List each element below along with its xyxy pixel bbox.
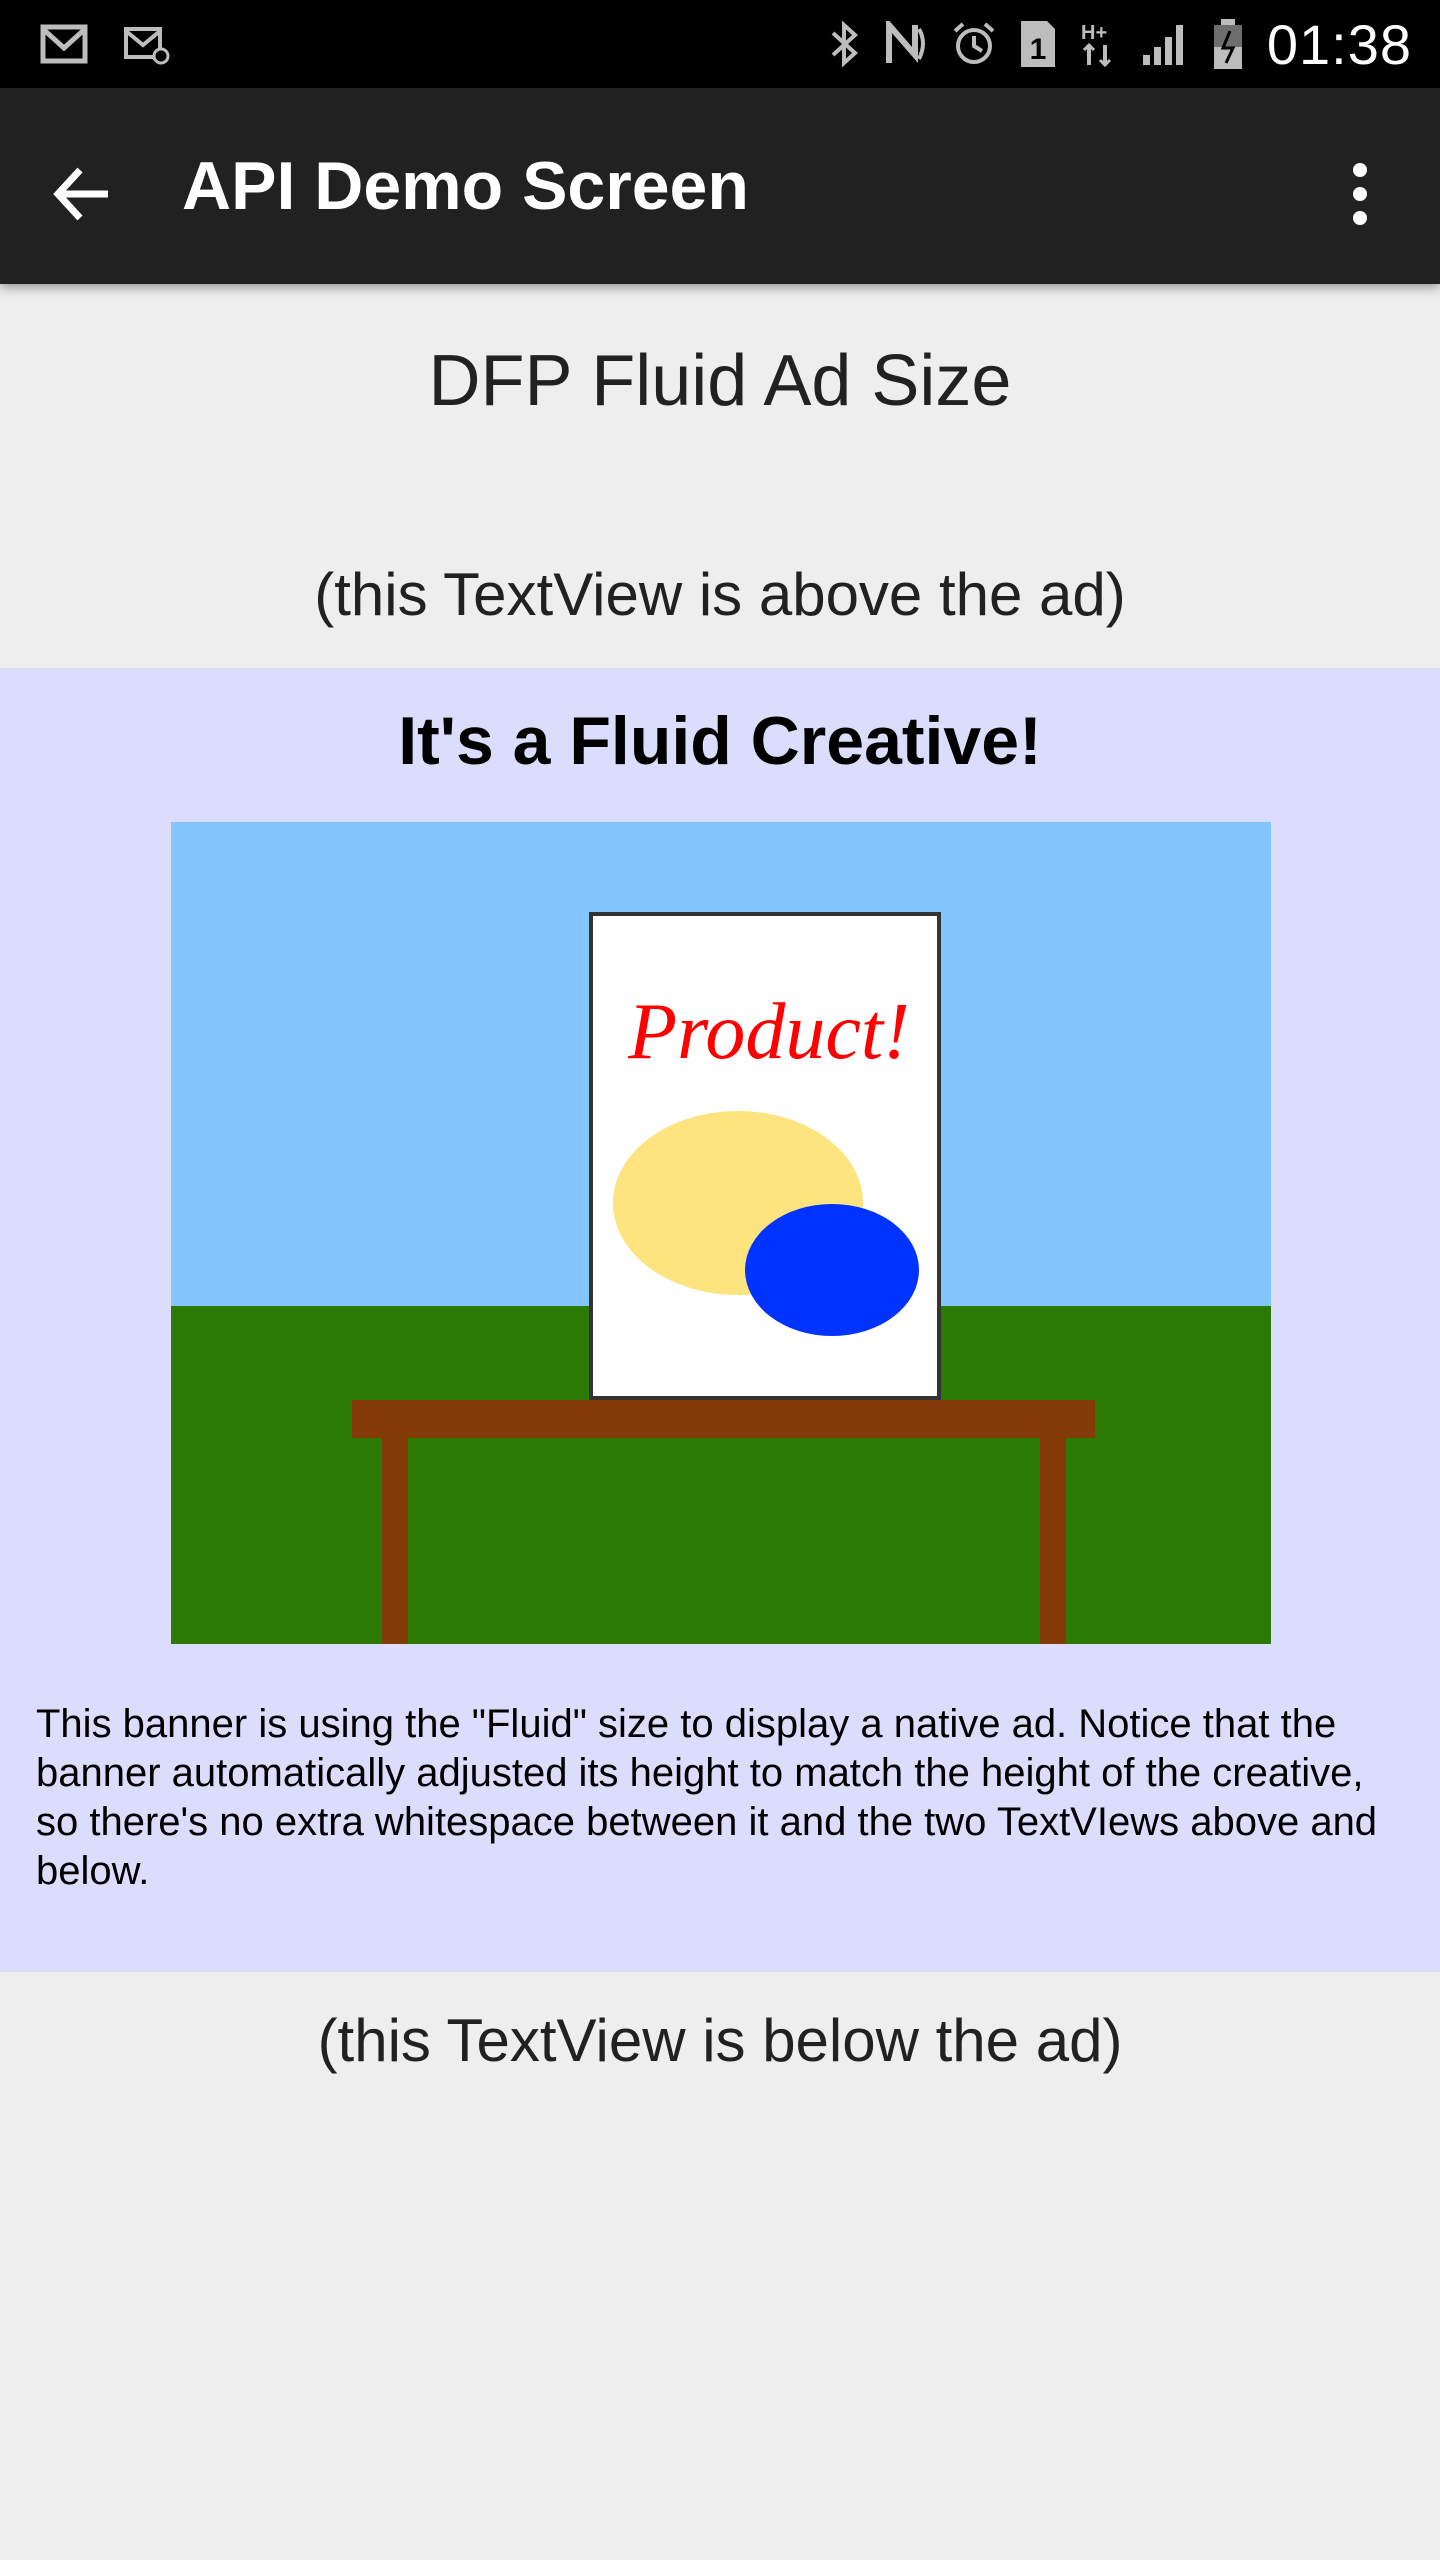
- back-button[interactable]: [34, 146, 130, 242]
- table-leg-right: [1040, 1436, 1066, 1644]
- table-leg-left: [382, 1436, 408, 1644]
- svg-text:1: 1: [1030, 33, 1047, 66]
- app-toolbar: API Demo Screen: [0, 88, 1440, 284]
- sim-1-icon: 1: [1019, 19, 1057, 69]
- below-ad-textview: (this TextView is below the ad): [317, 2007, 1123, 2074]
- status-time: 01:38: [1266, 12, 1412, 76]
- nfc-icon: [885, 21, 929, 67]
- status-bar: 1 H+ 01:38: [0, 0, 1440, 88]
- overflow-menu-button[interactable]: [1320, 146, 1400, 242]
- gmail-icon: [40, 24, 88, 64]
- creative-description: This banner is using the "Fluid" size to…: [36, 1702, 1378, 1893]
- status-left-icons: [40, 18, 170, 70]
- hplus-data-icon: H+: [1079, 19, 1119, 69]
- alarm-icon: [951, 21, 997, 67]
- screen-heading: DFP Fluid Ad Size: [428, 341, 1012, 421]
- svg-text:H+: H+: [1081, 22, 1107, 44]
- status-right-icons: 1 H+ 01:38: [827, 0, 1412, 88]
- email-icon: [124, 23, 170, 65]
- table-top: [352, 1400, 1095, 1438]
- product-text: Product!: [627, 988, 909, 1076]
- arrow-back-icon: [53, 167, 108, 221]
- creative-image[interactable]: Product!: [171, 822, 1271, 1644]
- more-vertical-icon: [1353, 163, 1367, 225]
- page-title: API Demo Screen: [182, 148, 749, 224]
- signal-icon: [1141, 21, 1189, 67]
- bluetooth-icon: [827, 19, 863, 69]
- fluid-ad-banner[interactable]: It's a Fluid Creative! Product! This ban…: [0, 668, 1440, 1972]
- blue-blob: [745, 1204, 919, 1336]
- battery-icon: [1211, 17, 1245, 71]
- creative-title: It's a Fluid Creative!: [398, 703, 1042, 779]
- above-ad-textview: (this TextView is above the ad): [314, 561, 1126, 628]
